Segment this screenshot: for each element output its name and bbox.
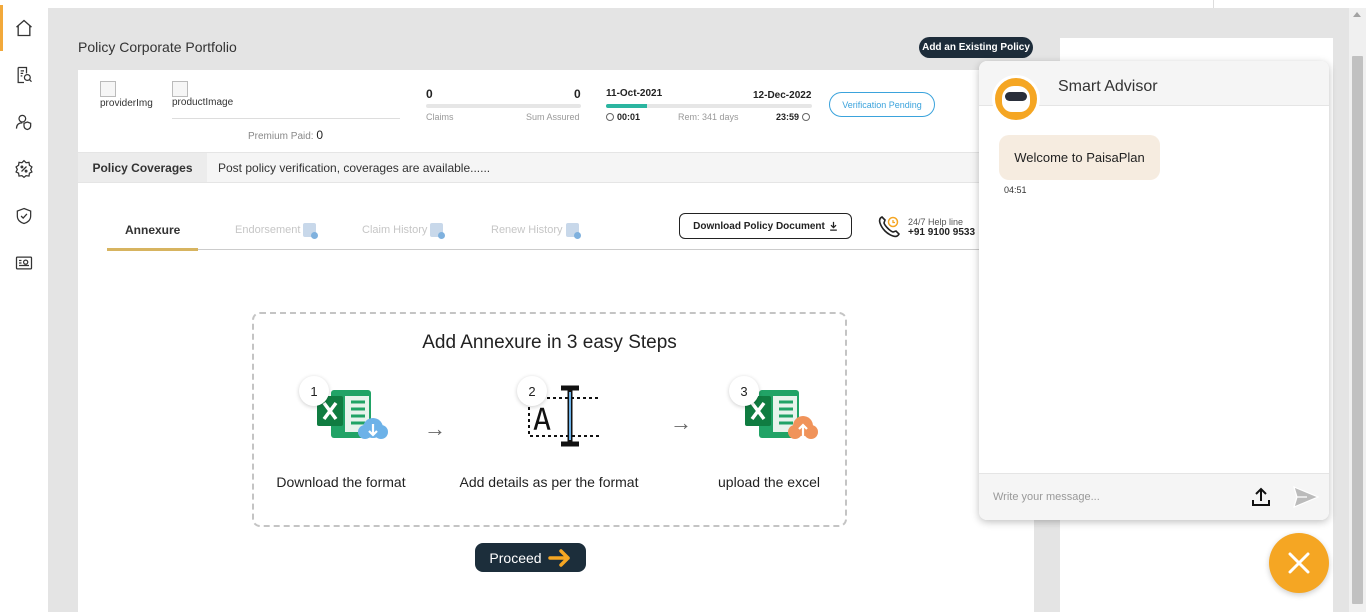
scrollbar-thumb[interactable] [1352,56,1363,604]
id-card-icon [15,256,33,270]
policy-coverages-bar: Policy Coverages Post policy verificatio… [78,152,1034,183]
proceed-label: Proceed [489,549,542,566]
tab-renew-history[interactable]: Renew History [491,210,581,250]
verification-pending-button[interactable]: Verification Pending [829,92,935,117]
shield-check-icon [16,207,32,225]
scroll-up-arrow-icon[interactable] [1353,12,1361,17]
start-time-value: 00:01 [617,112,641,122]
end-time-value: 23:59 [776,112,800,122]
page-scrollbar[interactable] [1349,8,1366,612]
tab-endorsement[interactable]: Endorsement [235,210,319,250]
clock-icon [606,113,614,121]
sidebar-item-offers[interactable] [0,146,48,192]
claims-value: 0 [426,87,433,101]
policy-period-fill [606,104,648,108]
policy-start-date: 11-Oct-2021 [606,88,663,99]
broken-image-icon [100,81,116,97]
clock-icon [802,113,811,121]
proceed-button[interactable]: Proceed [475,543,586,572]
search-document-icon [17,66,32,84]
home-icon [16,19,32,37]
smart-advisor-chat: Smart Advisor Welcome to PaisaPlan 04:51 [979,61,1329,520]
step-number-badge: 3 [729,376,759,406]
discount-icon [15,159,33,179]
tab-label: Endorsement [235,224,301,236]
chat-message-input[interactable] [993,487,1223,507]
robot-icon [1002,86,1030,112]
tab-label: Renew History [491,224,563,236]
document-icon [565,223,581,239]
document-icon [430,223,446,239]
sidebar-item-policy-search[interactable] [0,52,48,98]
arrow-right-icon: → [670,410,692,435]
chat-title: Smart Advisor [1058,78,1158,95]
steps-title: Add Annexure in 3 easy Steps [422,332,677,353]
user-shield-icon [15,114,32,131]
download-label: Download Policy Document [693,220,825,232]
product-image-alt: productImage [172,97,234,108]
sidebar-item-insurance[interactable] [0,193,48,239]
tab-claim-history[interactable]: Claim History [362,210,446,250]
tab-label: Claim History [362,224,428,236]
policy-end-date: 12-Dec-2022 [753,90,812,101]
helpline-text: 24/7 Help line +91 9100 9533 [908,217,975,238]
policy-period-progress [606,104,812,108]
premium-label: Premium Paid: [248,131,314,142]
step-label: Add details as per the format [459,474,639,490]
sum-assured-label: Sum Assured [526,112,580,122]
sidebar-item-home[interactable] [0,5,48,51]
close-icon [1288,552,1310,574]
phone-icon [878,216,900,238]
bot-avatar [992,75,1040,123]
annexure-steps-box: Add Annexure in 3 easy Steps 1 Download … [252,312,847,527]
step-label: Download the format [276,474,406,490]
provider-image: providerImg [100,81,170,109]
document-icon [303,223,319,239]
policy-summary: providerImg productImage Premium Paid: 0… [78,70,1034,152]
add-existing-policy-button[interactable]: Add an Existing Policy [919,37,1033,58]
tab-label: Annexure [125,223,181,237]
chat-input-bar [979,473,1329,520]
broken-image-icon [172,81,188,97]
policy-tabs: Annexure Endorsement Claim History Renew… [107,210,987,251]
arrow-right-icon [547,548,570,567]
helpline: 24/7 Help line +91 9100 9533 [876,212,975,242]
arrow-right-icon: → [424,416,446,441]
top-bar [0,0,1366,8]
tab-annexure[interactable]: Annexure [107,210,199,251]
sum-assured-value: 0 [574,87,581,101]
step-number-badge: 1 [299,376,329,406]
helpline-number[interactable]: +91 9100 9533 [908,227,975,238]
premium-paid: Premium Paid: 0 [248,128,323,142]
helpline-label: 24/7 Help line [908,216,964,227]
step-number-badge: 2 [517,376,547,406]
divider [172,118,400,119]
send-icon[interactable] [1293,486,1319,508]
svg-text:A: A [533,403,551,438]
download-icon [830,221,837,231]
remaining-days: Rem: 341 days [678,112,739,122]
policy-coverages-text: Post policy verification, coverages are … [218,161,491,175]
chat-message-time: 04:51 [1004,185,1027,195]
start-time: 00:01 [606,112,640,122]
sidebar-item-cards[interactable] [0,240,48,286]
sidebar [0,0,48,612]
product-image: productImage [172,81,252,108]
provider-image-alt: providerImg [100,98,153,109]
close-chat-button[interactable] [1269,533,1329,593]
sidebar-item-user-protection[interactable] [0,99,48,145]
claims-label: Claims [426,112,454,122]
chat-message-bubble: Welcome to PaisaPlan [999,135,1160,180]
claims-progress-bar [426,104,581,108]
policy-card: providerImg productImage Premium Paid: 0… [78,70,1034,612]
premium-value: 0 [316,128,324,142]
download-policy-document-button[interactable]: Download Policy Document [679,213,852,239]
policy-coverages-label: Policy Coverages [78,153,207,182]
upload-icon[interactable] [1249,485,1273,509]
end-time: 23:59 [776,112,811,122]
step-label: upload the excel [718,474,820,490]
page-title: Policy Corporate Portfolio [78,39,237,55]
top-bar-divider [1213,0,1214,8]
